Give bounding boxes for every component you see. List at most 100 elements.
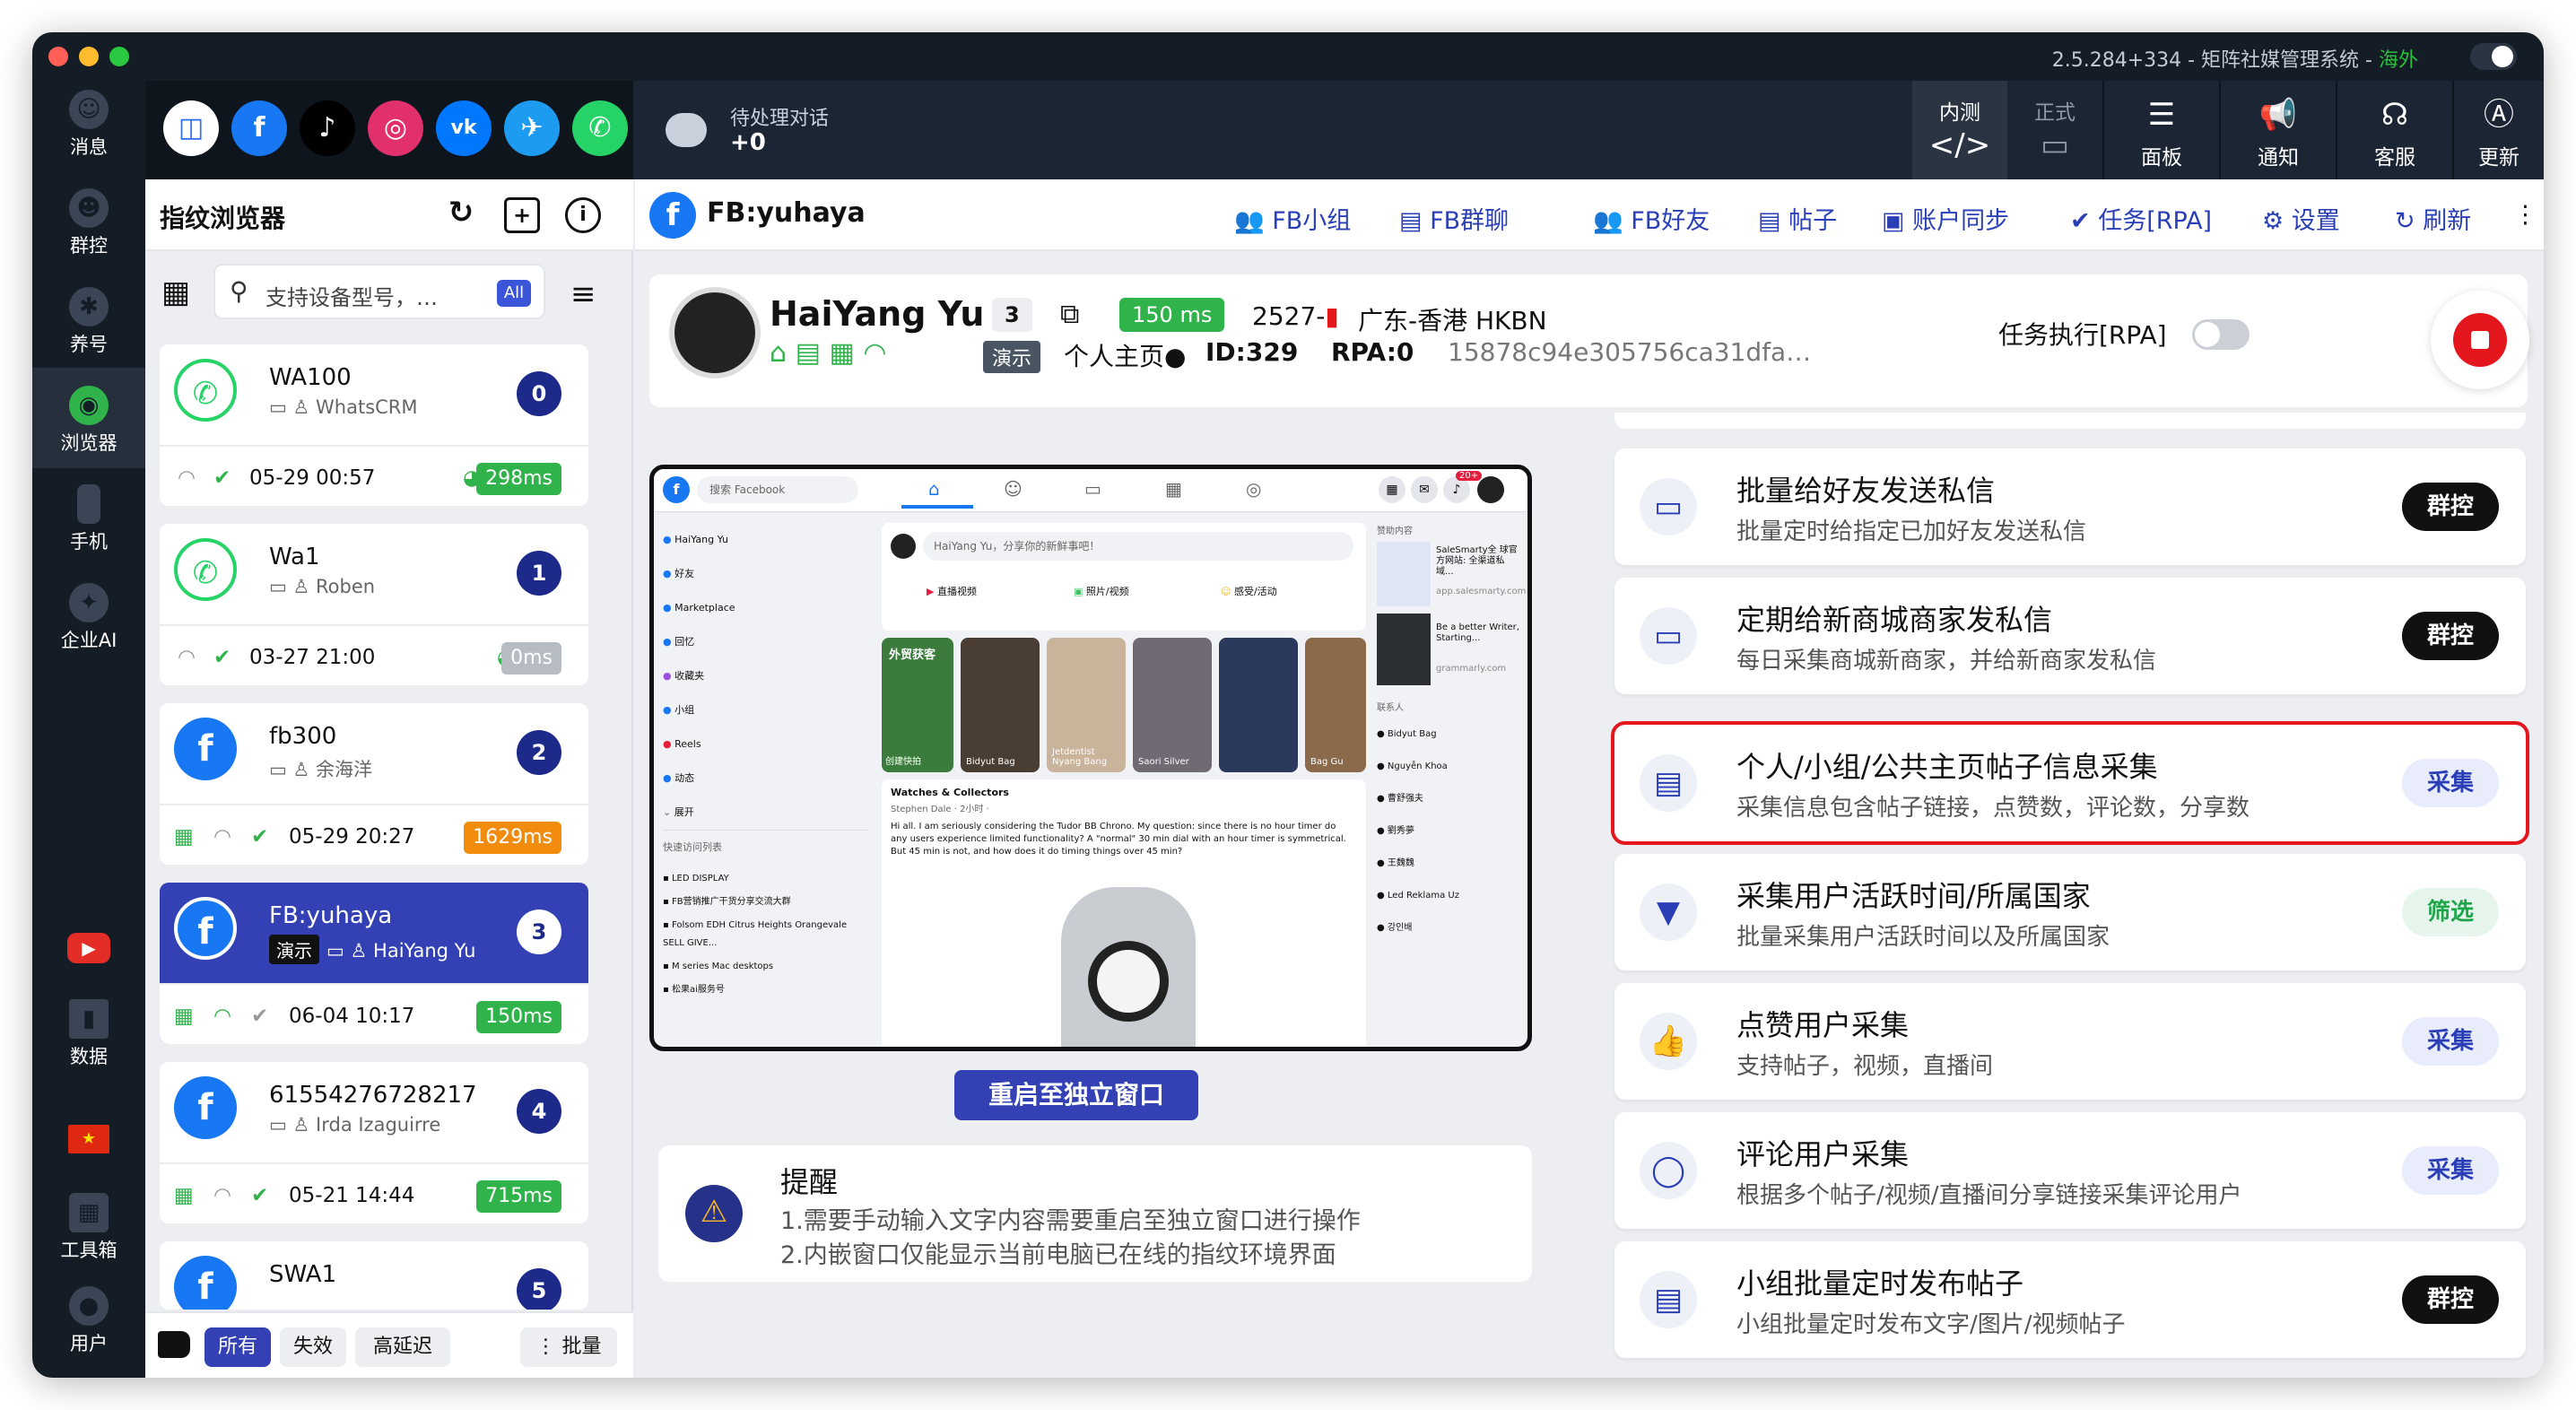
refresh-icon[interactable]: ↻ [443,197,479,233]
task-card-highlighted[interactable]: ▤ 个人/小组/公共主页帖子信息采集 采集信息包含帖子链接，点赞数，评论数，分享… [1611,721,2529,845]
fb-shortcut[interactable]: ▪ 松果ai服务号 [663,981,869,999]
add-icon[interactable]: + [504,197,540,233]
task-action-button[interactable]: 采集 [2402,1017,2499,1066]
link-task-rpa[interactable]: ✔ 任务[RPA] [2070,201,2212,236]
home-icon[interactable]: ⌂ [928,478,940,500]
restart-independent-window-button[interactable]: 重启至独立窗口 [954,1070,1198,1120]
more-icon[interactable]: ⋮ [2513,201,2537,229]
link-settings[interactable]: ⚙ 设置 [2262,201,2340,236]
fb-menu-item[interactable]: ● 小组 [663,693,869,727]
fb-ad[interactable]: SaleSmarty全 球官方网站: 全渠道私域... app.salesmart… [1377,542,1526,614]
filter-high-latency[interactable]: 高延迟 [355,1327,450,1367]
maximize-window-button[interactable] [109,47,129,66]
fb-story[interactable] [1219,638,1298,772]
fb-story[interactable]: Bidyut Bag [961,638,1040,772]
rpa-task-toggle[interactable] [2192,319,2250,350]
marketplace-icon[interactable]: ▦ [1165,478,1182,500]
embedded-facebook-window[interactable]: f 搜索 Facebook ⌂ ☺ ▭ ▦ ◎ ▦ ✉ ♪ 20+ ● HaiY… [649,465,1532,1051]
info-icon[interactable]: i [565,197,601,233]
filter-invalid[interactable]: 失效 [280,1327,346,1367]
link-fb-group-chat[interactable]: ▤ FB群聊 [1399,201,1509,236]
task-action-button[interactable]: 采集 [2402,1146,2499,1195]
batch-button[interactable]: ⋮ 批量 [520,1327,617,1367]
whatsapp-icon[interactable]: ✆ [572,100,628,156]
task-action-button[interactable]: 群控 [2402,1275,2499,1324]
fb-menu-item[interactable]: ● Reels [663,727,869,762]
all-filter-badge[interactable]: All [497,280,531,307]
fb-contact[interactable]: ● 曹舒强夫 [1377,783,1520,815]
sort-icon[interactable]: ≡ [570,276,596,312]
copy-icon[interactable]: ⧉ [1048,298,1092,332]
fb-contact[interactable]: ● 劉秀夢 [1377,815,1520,848]
link-posts[interactable]: ▤ 帖子 [1758,201,1837,236]
menu-grid-icon[interactable]: ▦ [1379,476,1405,503]
nav-toolbox[interactable]: ▦ 工具箱 [32,1193,145,1263]
twitter-icon[interactable]: ✈ [504,100,560,156]
task-action-button[interactable]: 筛选 [2402,888,2499,936]
fb-live-button[interactable]: ▶ 直播视频 [927,584,977,598]
browser-card-active[interactable]: f FB:yuhaya 演示 ▭ ♙ HaiYang Yu 3 ▦ ◠ ✔ 06-04… [160,883,588,1044]
task-card[interactable]: ▭ 批量给好友发送私信 批量定时给指定已加好友发送私信 群控 [1614,448,2526,565]
support-button[interactable]: ☊ 客服 [2337,81,2452,179]
nav-flag[interactable]: ★ [32,1125,145,1157]
nav-phone[interactable]: 手机 [32,484,145,554]
nav-group-control[interactable]: ☻ 群控 [32,188,145,258]
link-fb-group[interactable]: 👥 FB小组 [1234,201,1351,236]
fb-shortcut[interactable]: ▪ LED DISPLAY [663,870,869,888]
internal-test-button[interactable]: 内测 </> [1912,81,2007,179]
production-button[interactable]: 正式 ▭ [2007,81,2102,179]
instagram-icon[interactable]: ◎ [368,100,423,156]
fb-feeling-button[interactable]: ☺ 感受/活动 [1221,584,1277,598]
generic-app-icon[interactable]: ◫ [163,100,219,156]
browser-card[interactable]: f SWA1 5 [160,1241,588,1310]
nav-youtube[interactable]: ▶ [32,933,145,967]
fb-avatar[interactable] [1477,476,1504,503]
messenger-icon[interactable]: ✉ [1411,476,1438,503]
task-card[interactable]: ◯ 评论用户采集 根据多个帖子/视频/直播间分享链接采集评论用户 采集 [1614,1112,2526,1229]
fb-contact[interactable]: ● Bidyut Bag [1377,718,1520,751]
fb-search[interactable]: 搜索 Facebook [697,476,858,503]
fb-contact[interactable]: ● 王魏魏 [1377,848,1520,880]
fb-contact[interactable]: ● 강인배 [1377,912,1520,944]
filter-all[interactable]: 所有 [205,1327,271,1367]
nav-nurture[interactable]: ✱ 养号 [32,287,145,357]
link-refresh[interactable]: ↻ 刷新 [2395,201,2471,236]
browser-card[interactable]: ✆ WA100 ▭ ♙ WhatsCRM 0 ◠ ✔ 05-29 00:57 ◕ … [160,344,588,506]
link-account-sync[interactable]: ▣ 账户同步 [1882,201,2009,236]
fb-shortcut[interactable]: ▪ Folsom EDH Citrus Heights Orangevale S… [663,917,869,953]
nav-browser[interactable]: ◉ 浏览器 [32,368,145,468]
video-icon[interactable]: ▭ [1084,478,1101,500]
fb-menu-item[interactable]: ● HaiYang Yu [663,523,869,557]
fb-post-group[interactable]: Watches & Collectors [891,787,1009,798]
browser-card[interactable]: f fb300 ▭ ♙ 余海洋 2 ▦◠✔ 05-29 20:27 ◕ 1629… [160,703,588,865]
panel-button[interactable]: ☰ 面板 [2104,81,2219,179]
close-window-button[interactable] [48,47,68,66]
task-card[interactable]: ▤ 小组批量定时发布帖子 小组批量定时发布文字/图片/视频帖子 群控 [1614,1241,2526,1358]
nav-user[interactable]: ● 用户 [32,1286,145,1356]
browser-card[interactable]: ✆ Wa1 ▭ ♙ Roben 1 ◠✔ 03-27 21:00 ◕ 0ms [160,524,588,685]
fb-contact[interactable]: ● Nguyễn Khoa [1377,751,1520,783]
task-action-button[interactable]: 群控 [2402,483,2499,531]
fb-story[interactable]: 外贸获客 创建快拍 [882,638,953,772]
task-card[interactable]: ▭ 定期给新商城商家发私信 每日采集商城新商家，并给新商家发私信 群控 [1614,578,2526,694]
fb-menu-item[interactable]: ● Marketplace [663,591,869,625]
tag-icon[interactable] [158,1331,190,1358]
update-button[interactable]: Ⓐ 更新 [2454,81,2544,179]
facebook-icon[interactable]: f [231,100,287,156]
fb-story[interactable]: Saori Silver [1133,638,1212,772]
fb-menu-item[interactable]: ● 回忆 [663,625,869,659]
task-card[interactable]: 👍 点赞用户采集 支持帖子，视频，直播间 采集 [1614,983,2526,1100]
friends-icon[interactable]: ☺ [1004,478,1023,500]
fb-menu-item[interactable]: ● 收藏夹 [663,659,869,693]
fb-menu-item[interactable]: ● 动态 [663,762,869,796]
fb-ad[interactable]: Be a better Writer, Starting... grammarly… [1377,614,1520,694]
task-card[interactable]: ▼ 采集用户活跃时间/所属国家 批量采集用户活跃时间以及所属国家 筛选 [1614,854,2526,970]
link-fb-friends[interactable]: 👥 FB好友 [1593,201,1710,236]
task-action-button[interactable]: 采集 [2402,759,2499,807]
fb-photo-button[interactable]: ▣ 照片/视频 [1074,584,1129,598]
fb-shortcut[interactable]: ▪ FB营销推广干货分享交流大群 [663,893,869,911]
fb-contact[interactable]: ● Led Reklama Uz [1377,880,1520,912]
fb-story[interactable]: Bag Gu [1305,638,1366,772]
vk-icon[interactable]: vk [436,100,492,156]
tiktok-icon[interactable]: ♪ [300,100,355,156]
